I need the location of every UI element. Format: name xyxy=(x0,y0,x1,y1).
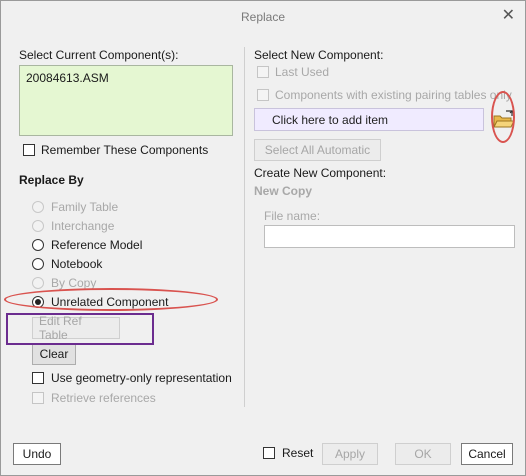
current-components-list[interactable]: 20084613.ASM xyxy=(19,65,233,136)
replace-by-heading: Replace By xyxy=(19,173,84,187)
list-item[interactable]: 20084613.ASM xyxy=(26,71,109,85)
add-item-field[interactable]: Click here to add item xyxy=(254,108,484,131)
file-name-input[interactable] xyxy=(264,225,515,248)
select-all-automatic-button[interactable]: Select All Automatic xyxy=(254,139,381,161)
pairing-tables-label: Components with existing pairing tables … xyxy=(275,88,512,102)
close-icon[interactable]: ✕ xyxy=(502,7,515,25)
radio-interchange[interactable] xyxy=(32,220,44,232)
edit-ref-table-button[interactable]: Edit Ref Table xyxy=(32,314,120,342)
radio-unrelated-component[interactable] xyxy=(32,296,44,308)
reset-checkbox[interactable] xyxy=(263,447,275,459)
panel-divider xyxy=(244,47,245,407)
replace-dialog: Replace ✕ Select Current Component(s): 2… xyxy=(0,0,526,476)
radio-family-table-label: Family Table xyxy=(51,200,119,214)
create-new-label: Create New Component: xyxy=(254,166,387,180)
apply-button[interactable]: Apply xyxy=(322,443,378,465)
pairing-tables-checkbox[interactable] xyxy=(257,89,269,101)
title-bar: Replace ✕ xyxy=(1,1,525,33)
radio-family-table[interactable] xyxy=(32,201,44,213)
radio-by-copy-label: By Copy xyxy=(51,276,97,290)
retrieve-references-checkbox[interactable] xyxy=(32,392,44,404)
remember-checkbox[interactable] xyxy=(23,144,35,156)
radio-notebook[interactable] xyxy=(32,258,44,270)
new-copy-label: New Copy xyxy=(254,184,313,198)
select-current-label: Select Current Component(s): xyxy=(19,48,179,62)
last-used-checkbox[interactable] xyxy=(257,66,269,78)
file-name-label: File name: xyxy=(264,209,321,223)
radio-reference-model[interactable] xyxy=(32,239,44,251)
folder-open-icon[interactable] xyxy=(490,107,516,133)
last-used-label: Last Used xyxy=(275,65,330,79)
dialog-title: Replace xyxy=(240,10,286,24)
remember-label: Remember These Components xyxy=(41,143,209,157)
radio-interchange-label: Interchange xyxy=(51,219,115,233)
radio-notebook-label: Notebook xyxy=(51,257,103,271)
retrieve-references-label: Retrieve references xyxy=(51,391,156,405)
select-new-label: Select New Component: xyxy=(254,48,384,62)
radio-unrelated-component-label: Unrelated Component xyxy=(51,295,169,309)
cancel-button[interactable]: Cancel xyxy=(461,443,513,465)
reset-label: Reset xyxy=(282,446,314,460)
geometry-only-label: Use geometry-only representation xyxy=(51,371,232,385)
ok-button[interactable]: OK xyxy=(395,443,451,465)
radio-by-copy[interactable] xyxy=(32,277,44,289)
geometry-only-checkbox[interactable] xyxy=(32,372,44,384)
clear-button[interactable]: Clear xyxy=(32,343,76,365)
undo-button[interactable]: Undo xyxy=(13,443,61,465)
radio-reference-model-label: Reference Model xyxy=(51,238,143,252)
add-item-placeholder: Click here to add item xyxy=(272,113,389,127)
